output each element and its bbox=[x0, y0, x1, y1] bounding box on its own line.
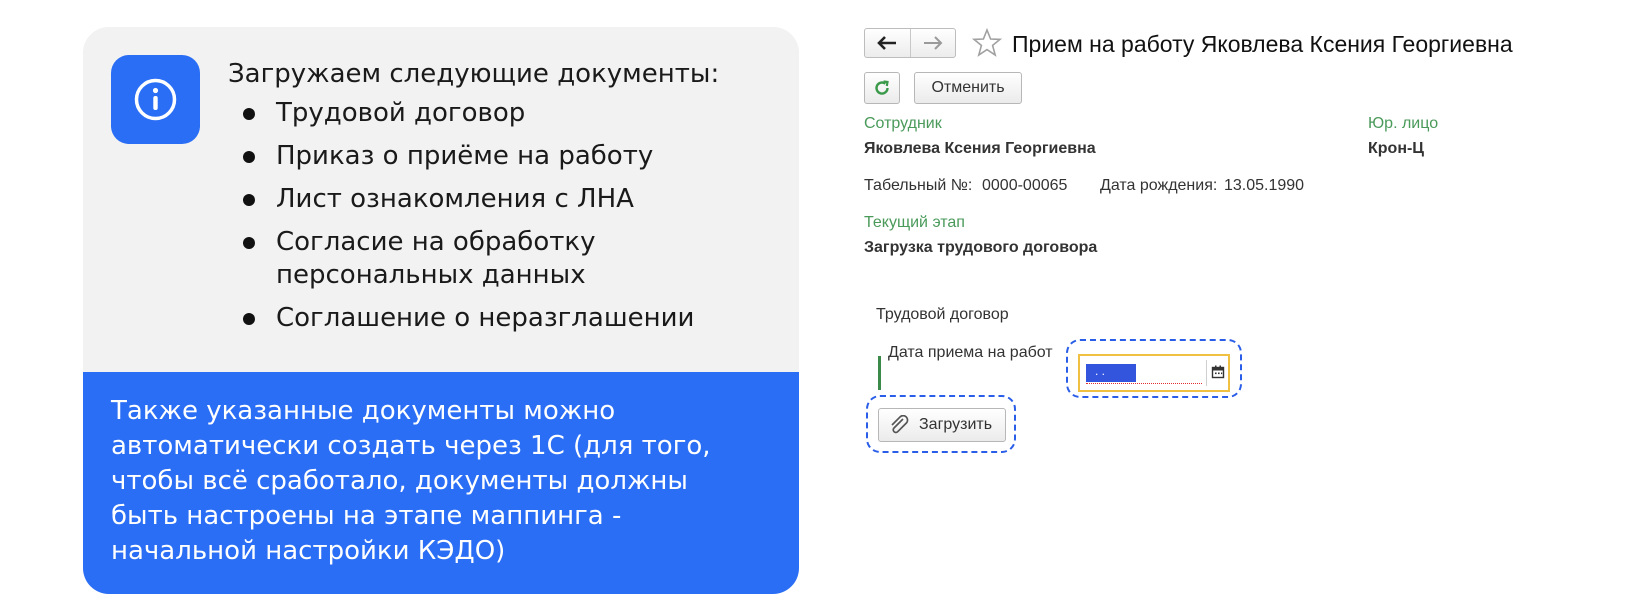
favorite-button[interactable] bbox=[971, 27, 1003, 63]
hire-date-label: Дата приема на работ bbox=[888, 344, 1053, 361]
forward-button[interactable] bbox=[909, 29, 956, 57]
list-item: Лист ознакомления с ЛНА bbox=[243, 183, 694, 216]
bullet-icon bbox=[243, 151, 255, 163]
tab-number-value: 0000-00065 bbox=[982, 177, 1068, 194]
info-card-top: Загружаем следующие документы: Трудовой … bbox=[83, 27, 799, 372]
list-item: Приказ о приёме на работу bbox=[243, 140, 694, 173]
document-label: Соглашение о неразглашении bbox=[276, 303, 695, 333]
info-card: Загружаем следующие документы: Трудовой … bbox=[83, 27, 799, 594]
back-button[interactable] bbox=[865, 29, 910, 57]
bullet-icon bbox=[243, 108, 255, 120]
legal-entity-value[interactable]: Крон-Ц bbox=[1368, 140, 1424, 158]
highlight-hire-date bbox=[1066, 339, 1242, 398]
refresh-icon bbox=[875, 80, 889, 95]
document-label: Трудовой договор bbox=[276, 98, 526, 128]
highlight-upload bbox=[866, 395, 1016, 453]
stage-label: Текущий этап bbox=[864, 214, 965, 231]
navigation-buttons bbox=[864, 28, 956, 58]
birth-date-label: Дата рождения: bbox=[1100, 177, 1218, 194]
employee-label: Сотрудник bbox=[864, 115, 942, 132]
stage-value: Загрузка трудового договора bbox=[864, 239, 1098, 256]
contract-group-label: Трудовой договор bbox=[876, 306, 1009, 323]
legal-entity-label: Юр. лицо bbox=[1368, 115, 1439, 132]
document-label: Приказ о приёме на работу bbox=[276, 141, 654, 171]
document-list: Трудовой договор Приказ о приёме на рабо… bbox=[243, 97, 694, 345]
list-item: Трудовой договор bbox=[243, 97, 694, 130]
form-title: Прием на работу Яковлева Ксения Георгиев… bbox=[1012, 31, 1513, 57]
bullet-icon bbox=[243, 194, 255, 206]
arrow-right-icon bbox=[923, 36, 943, 50]
star-icon bbox=[971, 27, 1003, 57]
bullet-icon bbox=[243, 313, 255, 325]
tab-number-label: Табельный №: bbox=[864, 177, 973, 194]
info-heading: Загружаем следующие документы: bbox=[228, 59, 720, 89]
refresh-button[interactable] bbox=[864, 72, 900, 104]
arrow-left-icon bbox=[877, 36, 897, 50]
info-note: Также указанные документы можно автомати… bbox=[111, 396, 711, 566]
document-label: Лист ознакомления с ЛНА bbox=[276, 184, 634, 214]
cancel-button[interactable]: Отменить bbox=[914, 72, 1022, 104]
required-field-marker bbox=[878, 356, 881, 390]
employee-value[interactable]: Яковлева Ксения Георгиевна bbox=[864, 140, 1096, 158]
list-item: Согласие на обработку персональных данны… bbox=[243, 226, 694, 292]
list-item: Соглашение о неразглашении bbox=[243, 302, 694, 335]
hire-form: Прием на работу Яковлева Ксения Георгиев… bbox=[860, 18, 1570, 458]
birth-date-value: 13.05.1990 bbox=[1224, 177, 1305, 194]
info-card-note-panel: Также указанные документы можно автомати… bbox=[83, 372, 799, 594]
document-label: Согласие на обработку персональных данны… bbox=[276, 227, 596, 290]
info-icon bbox=[111, 55, 200, 144]
bullet-icon bbox=[243, 237, 255, 249]
